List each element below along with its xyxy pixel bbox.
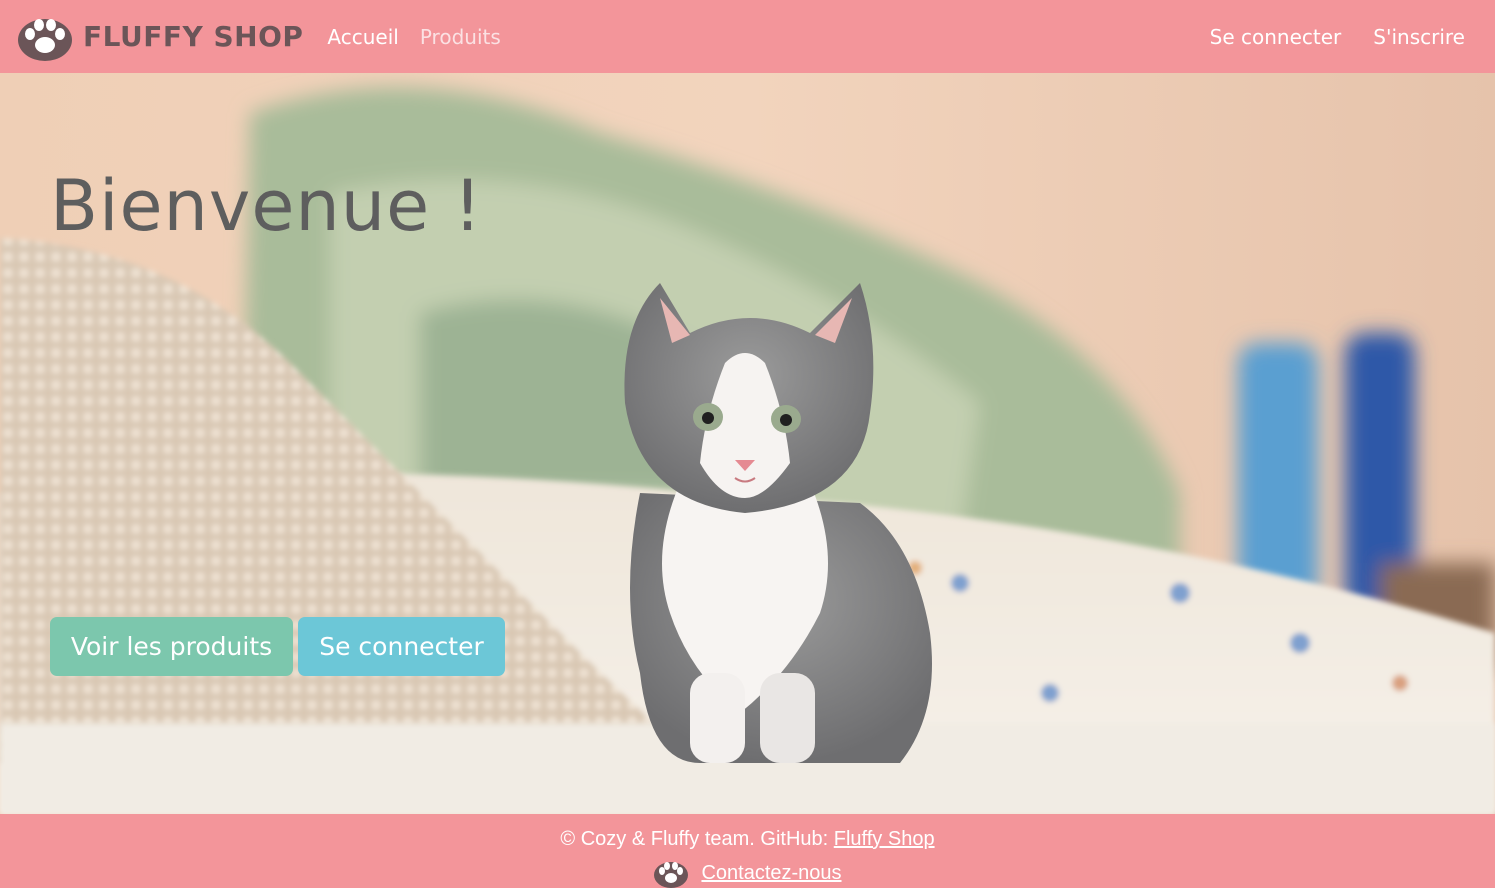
nav-login-link[interactable]: Se connecter bbox=[1210, 25, 1342, 49]
contact-link[interactable]: Contactez-nous bbox=[701, 862, 841, 885]
paw-icon bbox=[654, 862, 689, 888]
nav-register-link[interactable]: S'inscrire bbox=[1373, 25, 1465, 49]
github-link[interactable]: Fluffy Shop bbox=[834, 828, 935, 850]
brand-name: FLUFFY SHOP bbox=[83, 20, 304, 53]
page-footer: © Cozy & Fluffy team. GitHub: Fluffy Sho… bbox=[0, 814, 1495, 888]
top-navbar: FLUFFY SHOP Accueil Produits Se connecte… bbox=[0, 0, 1495, 73]
hero-title: Bienvenue ! bbox=[50, 165, 483, 247]
nav-auth-links: Se connecter S'inscrire bbox=[1210, 25, 1465, 49]
nav-link-produits[interactable]: Produits bbox=[420, 25, 501, 49]
brand-home-link[interactable]: FLUFFY SHOP bbox=[16, 12, 303, 62]
view-products-button[interactable]: Voir les produits bbox=[50, 617, 293, 676]
nav-link-accueil[interactable]: Accueil bbox=[327, 25, 398, 49]
hero-banner: Bienvenue ! Voir les produits Se connect… bbox=[0, 73, 1495, 814]
footer-copyright: © Cozy & Fluffy team. GitHub: bbox=[560, 828, 834, 850]
paw-icon bbox=[18, 18, 72, 61]
footer-credits: © Cozy & Fluffy team. GitHub: Fluffy Sho… bbox=[0, 828, 1495, 851]
footer-contact: Contactez-nous bbox=[0, 858, 1495, 888]
hero-login-button[interactable]: Se connecter bbox=[298, 617, 505, 676]
